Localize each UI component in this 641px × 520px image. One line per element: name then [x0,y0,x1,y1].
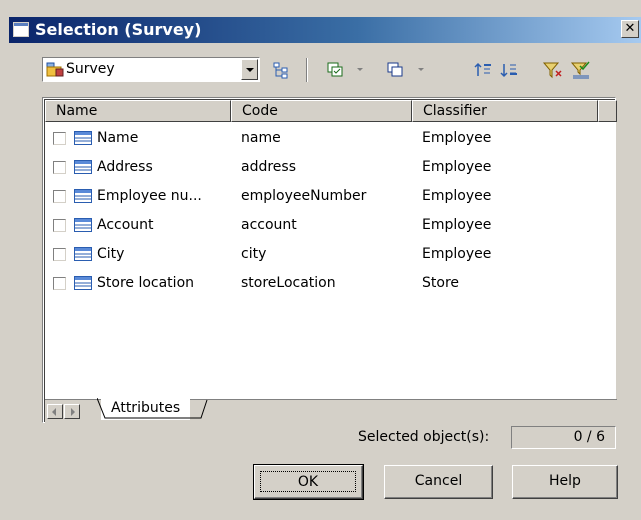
table-row[interactable]: Address address Employee [45,154,605,182]
cell-name: Store location [97,275,195,291]
package-icon [46,62,64,77]
attribute-list[interactable]: Name Code Classifier Name name Employee Add… [42,97,617,423]
cell-name: City [97,246,125,262]
cell-classifier: Employee [422,159,492,175]
cell-code: employeeNumber [241,188,367,204]
cell-name: Name [97,130,139,146]
row-checkbox[interactable] [53,190,66,203]
selected-objects-label: Selected object(s): [358,429,490,445]
column-header-classifier[interactable]: Classifier [412,100,598,122]
tab-attributes-label: Attributes [111,400,181,416]
ok-button[interactable]: OK [253,464,364,500]
cell-name: Address [97,159,153,175]
cell-classifier: Employee [422,246,492,262]
clear-filter-icon[interactable] [570,60,592,80]
toolbar-separator [306,58,308,82]
select-all-icon[interactable] [326,60,348,80]
selected-objects-count: 0 / 6 [511,426,616,449]
column-header-code[interactable]: Code [231,100,412,122]
row-checkbox[interactable] [53,219,66,232]
cell-name: Account [97,217,154,233]
cell-classifier: Employee [422,130,492,146]
filter-icon[interactable] [542,60,564,80]
cell-code: city [241,246,267,262]
window-title: Selection (Survey) [35,20,202,39]
help-button[interactable]: Help [512,465,618,499]
window-icon [13,22,29,37]
cell-code: address [241,159,297,175]
cell-classifier: Employee [422,188,492,204]
cell-name: Employee nu... [97,188,202,204]
table-row[interactable]: Store location storeLocation Store [45,270,605,298]
tab-attributes[interactable]: Attributes [97,398,208,420]
tab-scroll-right[interactable] [64,404,80,419]
title-bar: Selection (Survey) ✕ [9,17,641,43]
hierarchy-icon[interactable] [271,60,293,80]
combo-dropdown-arrow[interactable] [241,59,258,80]
row-checkbox[interactable] [53,161,66,174]
move-bottom-icon[interactable] [500,60,522,80]
list-header: Name Code Classifier [45,100,617,122]
table-row[interactable]: City city Employee [45,241,605,269]
attribute-icon [74,218,92,232]
table-row[interactable]: Employee nu... employeeNumber Employee [45,183,605,211]
attribute-icon [74,247,92,261]
cancel-button[interactable]: Cancel [384,465,493,499]
tab-strip: Attributes [45,398,617,423]
ok-button-label: OK [260,471,356,492]
deselect-all-icon[interactable] [386,60,408,80]
cell-code: storeLocation [241,275,336,291]
package-combo-value: Survey [66,61,115,77]
selection-dialog: Selection (Survey) ✕ Survey Name Code Cl… [0,0,641,520]
row-checkbox[interactable] [53,132,66,145]
select-all-dropdown[interactable] [357,68,363,71]
table-row[interactable]: Account account Employee [45,212,605,240]
attribute-icon [74,276,92,290]
row-checkbox[interactable] [53,248,66,261]
move-top-icon[interactable] [474,60,496,80]
close-button[interactable]: ✕ [621,20,639,38]
table-row[interactable]: Name name Employee [45,125,605,153]
column-header-name[interactable]: Name [45,100,231,122]
deselect-all-dropdown[interactable] [418,68,424,71]
cell-code: name [241,130,281,146]
attribute-icon [74,189,92,203]
tab-scroll-left[interactable] [47,404,63,419]
cell-classifier: Store [422,275,460,291]
row-checkbox[interactable] [53,277,66,290]
cell-classifier: Employee [422,217,492,233]
cell-code: account [241,217,297,233]
attribute-icon [74,160,92,174]
attribute-icon [74,131,92,145]
package-combo[interactable]: Survey [42,57,260,82]
column-header-filler [598,100,617,122]
